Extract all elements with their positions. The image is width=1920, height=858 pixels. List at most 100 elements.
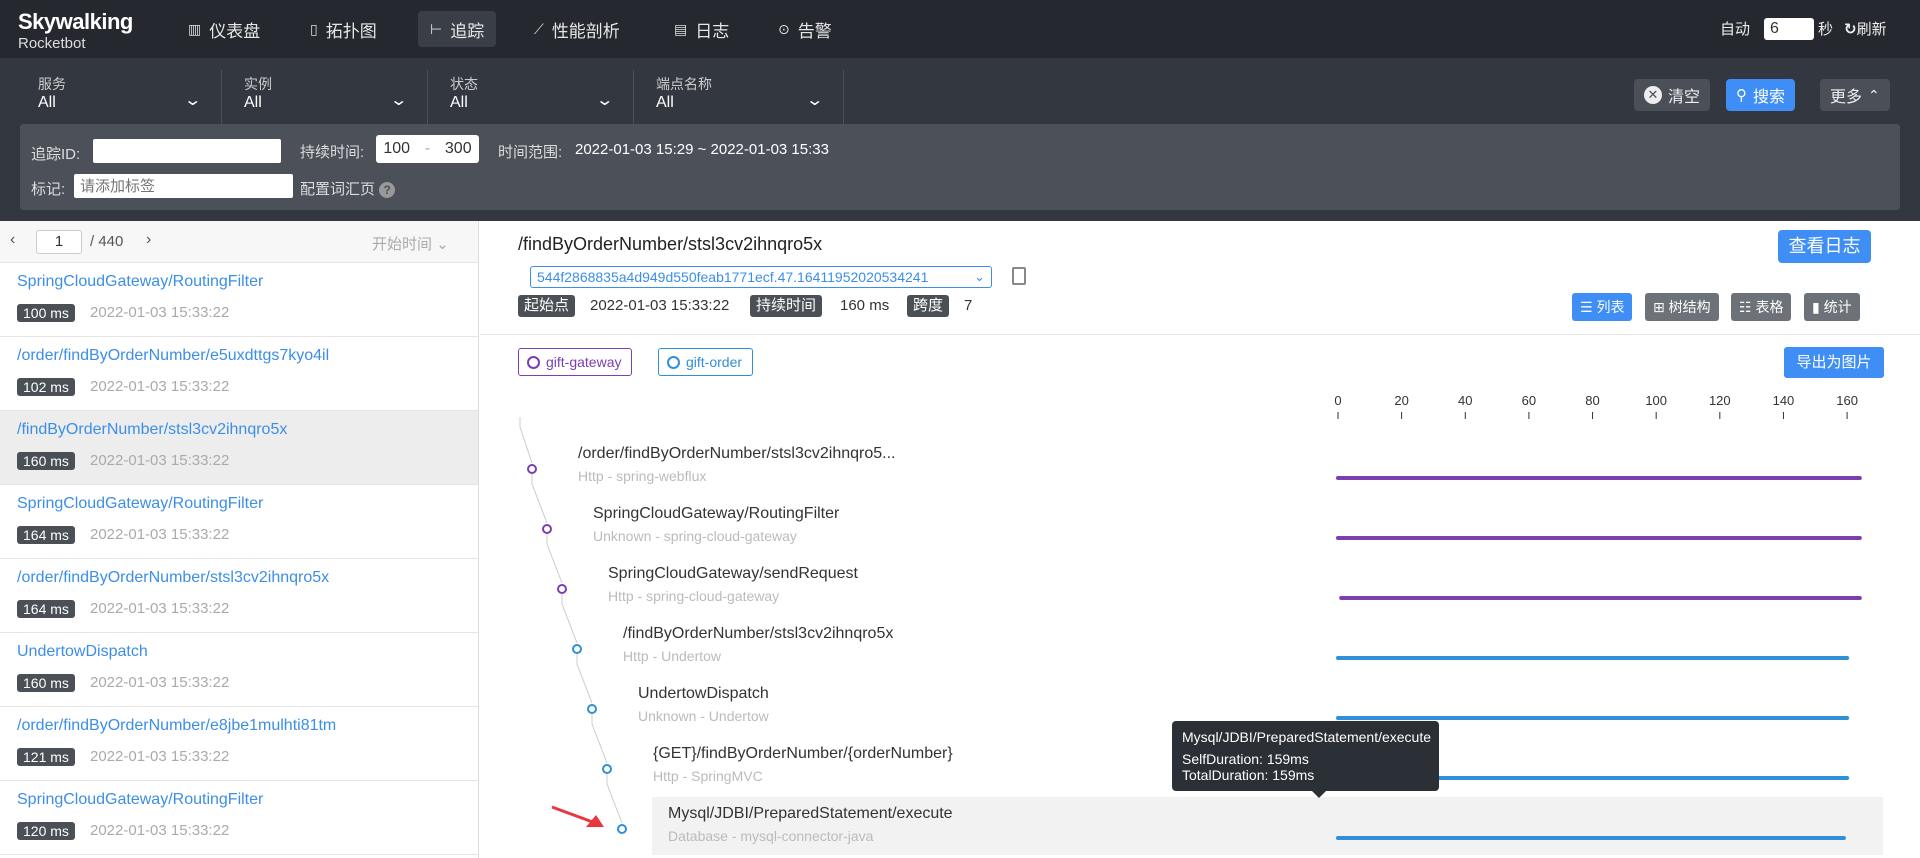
span-node-icon — [557, 584, 567, 594]
service-select[interactable]: 服务 All ⌄ — [22, 70, 222, 128]
trace-name[interactable]: SpringCloudGateway/RoutingFilter — [17, 273, 263, 291]
nav-dashboard[interactable]: ▥ 仪表盘 — [176, 11, 272, 47]
nav-log[interactable]: ▤ 日志 — [662, 11, 741, 47]
duration-badge: 120 ms — [17, 822, 75, 840]
trace-name[interactable]: /order/findByOrderNumber/stsl3cv2ihnqro5… — [17, 569, 329, 587]
chart-icon: ▥ — [188, 20, 202, 37]
profile-icon: ⟋ — [534, 20, 544, 37]
axis-tick-label: 140 — [1773, 393, 1795, 408]
duration-badge: 164 ms — [17, 526, 75, 544]
trace-id-input[interactable] — [93, 139, 281, 163]
tags-label: 标记: — [31, 181, 66, 198]
tree-connector — [519, 417, 533, 464]
chevron-down-icon: ⌄ — [436, 236, 449, 253]
trace-name[interactable]: /order/findByOrderNumber/e8jbe1mulhti81t… — [17, 717, 336, 735]
tree-connector — [546, 534, 563, 584]
tree-connector — [606, 774, 623, 824]
nav-alarm[interactable]: ⊙ 告警 — [766, 11, 844, 47]
trace-name[interactable]: /order/findByOrderNumber/e5uxdttgs7kyo4i… — [17, 347, 329, 365]
trace-list-item[interactable]: SpringCloudGateway/RoutingFilter 100 ms 20… — [0, 263, 478, 337]
chevron-up-icon: ⌃ — [1868, 86, 1880, 103]
page-total: / 440 — [90, 233, 124, 250]
duration-badge: 160 ms — [17, 452, 75, 470]
clear-button[interactable]: ✕ 清空 — [1634, 79, 1711, 111]
auto-refresh-input[interactable] — [1764, 18, 1814, 40]
nav-trace[interactable]: ⊢ 追踪 — [418, 11, 497, 47]
page-input[interactable]: 1 — [36, 230, 82, 254]
trace-id-label: 追踪ID: — [31, 146, 81, 163]
nav-profile[interactable]: ⟋ 性能剖析 — [522, 11, 632, 47]
logo: Skywalking Rocketbot — [18, 9, 133, 52]
seconds-label: 秒 — [1818, 21, 1834, 38]
tree-connector — [561, 594, 578, 644]
trace-time: 2022-01-03 15:33:22 — [90, 748, 230, 765]
duration-label: 持续时间: — [300, 144, 365, 161]
config-vocab-link[interactable]: 配置词汇页 ? — [300, 178, 396, 199]
trace-list-item[interactable]: SpringCloudGateway/RoutingFilter 120 ms 20… — [0, 781, 478, 855]
trace-list-item[interactable]: /order/findByOrderNumber/stsl3cv2ihnqro5… — [0, 559, 478, 633]
axis-tick-label: 0 — [1334, 393, 1341, 408]
nav-topology[interactable]: ▯ 拓扑图 — [298, 11, 389, 47]
duration-badge: 121 ms — [17, 748, 75, 766]
chevron-down-icon: ⌄ — [388, 92, 408, 109]
help-icon[interactable]: ? — [379, 182, 396, 198]
span-tooltip: Mysql/JDBI/PreparedStatement/execute Sel… — [1172, 721, 1439, 798]
trace-name[interactable]: SpringCloudGateway/RoutingFilter — [17, 791, 263, 809]
search-button[interactable]: ⚲ 搜索 — [1726, 79, 1796, 111]
axis-tick-label: 60 — [1522, 393, 1536, 408]
trace-time: 2022-01-03 15:33:22 — [90, 674, 230, 691]
trace-icon: ⊢ — [430, 20, 443, 37]
span-node-icon — [587, 704, 597, 714]
refresh-icon: ↻ — [1844, 21, 1857, 38]
close-icon: ✕ — [1644, 86, 1662, 104]
trace-time: 2022-01-03 15:33:22 — [90, 452, 230, 469]
more-button[interactable]: 更多 ⌃ — [1820, 79, 1890, 111]
trace-time: 2022-01-03 15:33:22 — [90, 822, 230, 839]
trace-detail: /findByOrderNumber/stsl3cv2ihnqro5x 544f… — [480, 221, 1920, 858]
trace-time: 2022-01-03 15:33:22 — [90, 526, 230, 543]
trace-list-item[interactable]: /order/findByOrderNumber/e8jbe1mulhti81t… — [0, 707, 478, 781]
prev-page-icon[interactable]: ‹ — [10, 231, 15, 249]
trace-time: 2022-01-03 15:33:22 — [90, 378, 230, 395]
logo-subtitle: Rocketbot — [18, 35, 86, 52]
span-node-icon — [572, 644, 582, 654]
tree-connector — [531, 474, 548, 524]
duration-badge: 100 ms — [17, 304, 75, 322]
duration-range-input[interactable]: 100-300 — [376, 135, 479, 163]
span-node-icon — [617, 824, 627, 834]
trace-list-item[interactable]: /order/findByOrderNumber/e5uxdttgs7kyo4i… — [0, 337, 478, 411]
search-icon: ⚲ — [1736, 87, 1747, 104]
trace-list-item[interactable]: /findByOrderNumber/stsl3cv2ihnqro5x 160 m… — [0, 411, 478, 485]
axis-tick-label: 160 — [1836, 393, 1858, 408]
tags-input[interactable] — [74, 174, 293, 198]
status-select[interactable]: 状态 All ⌄ — [434, 70, 634, 128]
tree-connector — [576, 654, 593, 704]
top-nav: Skywalking Rocketbot ▥ 仪表盘 ▯ 拓扑图 ⊢ 追踪 ⟋ 性能剖析… — [0, 0, 1920, 58]
axis-tick-label: 40 — [1458, 393, 1472, 408]
next-page-icon[interactable]: › — [146, 231, 151, 249]
logo-title: Skywalking — [18, 9, 133, 34]
time-range-value[interactable]: 2022-01-03 15:29 ~ 2022-01-03 15:33 — [575, 141, 829, 158]
tree-connector — [591, 714, 608, 764]
endpoint-select[interactable]: 端点名称 All ⌄ — [640, 70, 844, 128]
trace-name[interactable]: /findByOrderNumber/stsl3cv2ihnqro5x — [17, 421, 287, 439]
refresh-button[interactable]: ↻刷新 — [1844, 18, 1887, 39]
trace-name[interactable]: SpringCloudGateway/RoutingFilter — [17, 495, 263, 513]
trace-list-item[interactable]: SpringCloudGateway/RoutingFilter 164 ms 20… — [0, 485, 478, 559]
instance-select[interactable]: 实例 All ⌄ — [228, 70, 428, 128]
log-icon: ▤ — [674, 20, 688, 37]
auto-label: 自动 — [1720, 21, 1751, 38]
duration-badge: 102 ms — [17, 378, 75, 396]
axis-tick-label: 100 — [1645, 393, 1667, 408]
topology-icon: ▯ — [310, 20, 318, 37]
trace-list-item[interactable]: UndertowDispatch 160 ms 2022-01-03 15:33:2… — [0, 633, 478, 707]
sort-select[interactable]: 开始时间 ⌄ — [372, 233, 449, 254]
pagination: ‹ 1 / 440 › 开始时间 ⌄ — [0, 221, 478, 263]
trace-time: 2022-01-03 15:33:22 — [90, 304, 230, 321]
axis-tick-label: 20 — [1394, 393, 1408, 408]
trace-name[interactable]: UndertowDispatch — [17, 643, 148, 661]
duration-badge: 160 ms — [17, 674, 75, 692]
alarm-icon: ⊙ — [778, 20, 790, 37]
span-node-icon — [542, 524, 552, 534]
trace-list-pane: ‹ 1 / 440 › 开始时间 ⌄ SpringCloudGateway/Ro… — [0, 221, 479, 858]
